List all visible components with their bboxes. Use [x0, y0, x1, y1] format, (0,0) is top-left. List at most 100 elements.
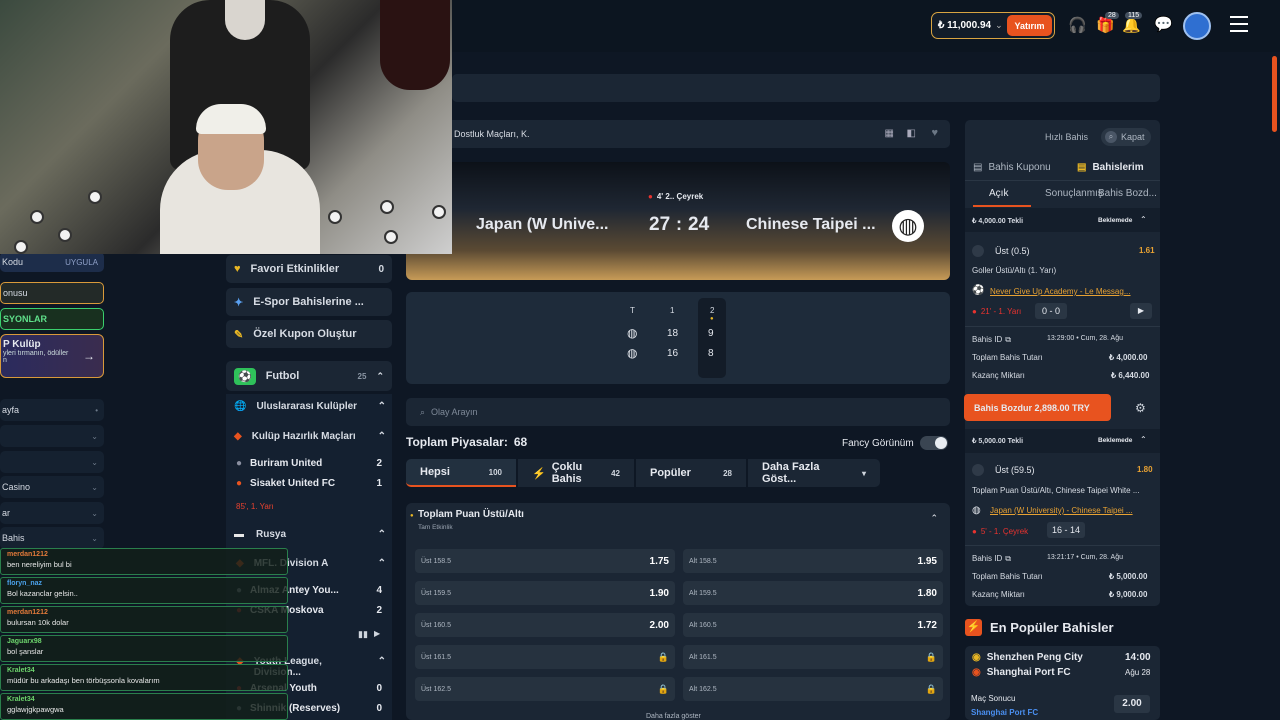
fancy-toggle[interactable]: [919, 436, 948, 450]
sidebar-item-casino[interactable]: Casino ⌄: [0, 476, 104, 498]
sidebar-item-football[interactable]: ⚽ Futbol 25 ⌃: [226, 361, 392, 391]
intl-clubs-row[interactable]: 🌐 Uluslararası Kulüpler ⌃: [234, 401, 386, 412]
chevron-up-icon[interactable]: ⌃: [930, 513, 938, 524]
chat-message: Jaguarx98 bol şanslar: [0, 635, 288, 662]
promo-code-row[interactable]: Kodu UYGULA: [0, 252, 104, 272]
apply-button[interactable]: UYGULA: [65, 258, 98, 267]
popular-bet-card[interactable]: ◉ Shenzhen Peng City ◉ Shanghai Port FC 14…: [965, 646, 1160, 720]
chevron-up-icon[interactable]: ⌃: [1140, 435, 1147, 444]
stats-icon[interactable]: ▮▮: [358, 629, 368, 640]
chat-username: Kralet34: [7, 667, 35, 674]
bet2-title: ₺ 5,000.00 Tekli: [972, 438, 1024, 445]
sidebar-item-esports[interactable]: ✦ E-Spor Bahislerine ...: [226, 288, 392, 316]
bet2-stake: ₺ 5,000.00: [1109, 572, 1148, 581]
under-odd-button[interactable]: Alt 161.5 🔒: [683, 645, 943, 669]
headset-icon[interactable]: 🎧: [1068, 16, 1087, 34]
bonus-row[interactable]: onusu: [0, 282, 104, 304]
football-icon: ⚽: [234, 367, 256, 385]
bet1-win-label: Kazanç Miktarı: [972, 371, 1025, 380]
sidebar-item-custom-coupon[interactable]: ✎ Özel Kupon Oluştur: [226, 320, 392, 348]
tab-multi-bet[interactable]: ⚡ Çoklu Bahis 42: [518, 459, 634, 487]
promotions-row[interactable]: SYONLAR: [0, 308, 104, 330]
russia-row[interactable]: ▬ Rusya ⌃: [234, 529, 386, 540]
tab-popular[interactable]: Popüler 28: [636, 459, 746, 487]
bet1-event-link[interactable]: Never Give Up Academy - Le Messag...: [990, 287, 1131, 296]
play-icon[interactable]: ▶: [1130, 303, 1152, 319]
copy-icon[interactable]: ⧉: [1005, 554, 1011, 564]
event-search-input[interactable]: ⌕ Olay Arayın: [406, 398, 950, 426]
cashout-button[interactable]: Bahis Bozdur 2,898.00 TRY: [964, 394, 1111, 421]
chevron-up-icon[interactable]: ⌃: [1140, 215, 1147, 224]
chevron-up-icon: ⌃: [377, 558, 386, 569]
top-search-bar[interactable]: [452, 74, 1160, 102]
bet1-radio[interactable]: [972, 245, 984, 257]
team-icon: ◉: [972, 667, 981, 678]
home-team-name: Japan (W Unive...: [476, 216, 609, 233]
odd-value: 2.00: [649, 619, 669, 631]
chevron-up-icon: ⌃: [377, 656, 386, 667]
flag-icon: ▬: [234, 529, 244, 540]
show-more-link[interactable]: Daha fazla göster: [646, 713, 701, 720]
soccer-ball: [14, 240, 28, 254]
bet1-live-score: 0 - 0: [1035, 303, 1067, 319]
promotions-label: SYONLAR: [3, 314, 48, 324]
balance-box[interactable]: ₺ 11,000.94 ⌄ Yatırım: [931, 12, 1055, 39]
tab-show-more[interactable]: Daha Fazla Göst... ▾: [748, 459, 880, 487]
under-odd-button[interactable]: Alt 158.5 1.95: [683, 549, 943, 573]
over-odd-button[interactable]: Üst 162.5 🔒: [415, 677, 675, 701]
tab-bet-coupon[interactable]: ▤ Bahis Kuponu: [973, 162, 1051, 173]
favorite-heart-icon[interactable]: ♥: [931, 127, 938, 139]
subtab-open[interactable]: Açık: [989, 188, 1008, 199]
tab-all[interactable]: Hepsi 100: [406, 459, 516, 487]
chat-bubble-icon[interactable]: 💬: [1154, 15, 1173, 33]
copy-icon[interactable]: ⧉: [1005, 335, 1011, 345]
menu-icon[interactable]: [1230, 16, 1248, 32]
match-team-row[interactable]: ● Sisaket United FC 1: [236, 478, 382, 489]
chat-message: Kralet34 müdür bu arkadaşı ben törbüşsonl…: [0, 664, 288, 691]
tab-my-bets[interactable]: ▤ Bahislerim: [1077, 162, 1144, 173]
deposit-button[interactable]: Yatırım: [1007, 15, 1052, 36]
popular-pick: Shanghai Port FC: [971, 708, 1039, 717]
sidebar-item-bahis[interactable]: Bahis ⌄: [0, 527, 104, 549]
period-indicator: ● 4' 2.. Çeyrek: [648, 192, 704, 201]
bet2-radio[interactable]: [972, 464, 984, 476]
sidebar-item-2[interactable]: ⌄: [0, 451, 104, 473]
market-title[interactable]: Toplam Puan Üstü/Altı: [418, 509, 524, 520]
close-quick-bet-button[interactable]: ⌕ Kapat: [1101, 128, 1151, 146]
chevron-down-icon[interactable]: ⌄: [995, 20, 1003, 31]
bet2-selection: Üst (59.5): [995, 465, 1035, 475]
bet2-event-link[interactable]: Japan (W University) - Chinese Taipei ..…: [990, 506, 1133, 515]
soccer-ball: [380, 200, 394, 214]
bet2-id-row: Bahis ID ⧉: [972, 554, 1011, 564]
under-odd-button[interactable]: Alt 160.5 1.72: [683, 613, 943, 637]
match-team-row[interactable]: ● Buriram United 2: [236, 458, 382, 469]
under-odd-button[interactable]: Alt 159.5 1.80: [683, 581, 943, 605]
popular-odd-button[interactable]: 2.00: [1114, 695, 1150, 713]
subtab-cashout[interactable]: Bahis Bozd...: [1098, 188, 1157, 199]
over-odd-button[interactable]: Üst 159.5 1.90: [415, 581, 675, 605]
chat-text: bulursan 10k dolar: [7, 618, 69, 627]
grid-view-icon[interactable]: ▦: [885, 128, 894, 139]
lock-icon: 🔒: [925, 651, 937, 662]
vip-club-card[interactable]: P Kulüp yleri tırmanın, ödüller n →: [0, 334, 104, 378]
bet1-status: Beklemede: [1098, 217, 1133, 224]
sidebar-item-favorites[interactable]: ♥ Favori Etkinlikler 0: [226, 255, 392, 283]
play-icon[interactable]: ▶: [374, 629, 380, 638]
over-odd-button[interactable]: Üst 161.5 🔒: [415, 645, 675, 669]
match-live-time: 85', 1. Yarı: [236, 502, 274, 511]
sidebar-item-0[interactable]: ayfa •: [0, 399, 104, 421]
sidebar-item-1[interactable]: ⌄: [0, 425, 104, 447]
ticket-icon: ▤: [973, 162, 983, 173]
avatar[interactable]: [1183, 12, 1211, 40]
over-odd-button[interactable]: Üst 160.5 2.00: [415, 613, 675, 637]
over-odd-button[interactable]: Üst 158.5 1.75: [415, 549, 675, 573]
heart-icon: ♥: [234, 263, 241, 275]
odd-label: Üst 159.5: [421, 589, 451, 597]
subtab-settled[interactable]: Sonuçlanmış: [1045, 188, 1103, 199]
sidebar-item-4[interactable]: ar ⌄: [0, 502, 104, 524]
sidebar-toggle-icon[interactable]: ◧: [907, 128, 916, 139]
gear-icon[interactable]: ⚙: [1135, 401, 1146, 415]
scrollbar-thumb[interactable]: [1272, 56, 1277, 132]
under-odd-button[interactable]: Alt 162.5 🔒: [683, 677, 943, 701]
prep-matches-row[interactable]: ◆ Kulüp Hazırlık Maçları ⌃: [234, 431, 386, 442]
